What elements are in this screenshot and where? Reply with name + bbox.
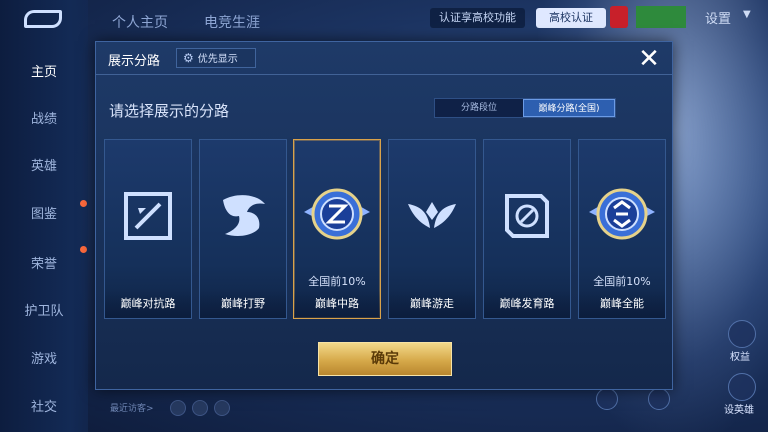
settings-button[interactable]: 设置 (705, 8, 731, 27)
priority-display-button[interactable]: ⚙ 优先显示 (176, 48, 256, 68)
sidebar-item-honor[interactable]: 荣誉 (0, 250, 88, 280)
lane-rank: 全国前10% (593, 275, 651, 288)
farm-lane-icon (505, 194, 549, 238)
visitor-avatar[interactable] (170, 400, 186, 416)
visitor-avatar[interactable] (214, 400, 230, 416)
sidebar-item-record[interactable]: 战绩 (0, 105, 88, 135)
rights-label: 权益 (730, 352, 750, 363)
dialog-subtitle: 请选择展示的分路 (109, 102, 230, 120)
segment-lane-rank[interactable]: 分路段位 (435, 99, 523, 117)
segment-peak-lane-national[interactable]: 巅峰分路(全国) (523, 99, 615, 117)
lane-card-all-round[interactable]: 全国前10% 巅峰全能 (578, 139, 666, 319)
dialog-title: 展示分路 (108, 54, 161, 69)
sidebar: 主页 战绩 英雄 图鉴 荣誉 护卫队 游戏 社交 (0, 0, 88, 432)
priority-display-label: 优先显示 (197, 54, 238, 65)
lane-name: 巅峰打野 (221, 297, 265, 310)
lane-name: 巅峰发育路 (499, 297, 555, 310)
lane-name: 巅峰全能 (600, 297, 644, 310)
lane-name: 巅峰对抗路 (120, 297, 176, 310)
sidebar-item-codex[interactable]: 图鉴 (0, 200, 88, 230)
sidebar-item-guard[interactable]: 护卫队 (0, 297, 88, 327)
all-round-emblem-icon (589, 188, 655, 240)
play-icon[interactable] (648, 388, 670, 410)
sidebar-item-social[interactable]: 社交 (0, 393, 88, 423)
lane-name: 巅峰中路 (315, 297, 359, 310)
visitor-avatar[interactable] (192, 400, 208, 416)
campus-auth-button[interactable]: 高校认证 (536, 8, 606, 28)
lane-display-dialog: 展示分路 ⚙ 优先显示 ✕ 请选择展示的分路 分路段位 巅峰分路(全国) 巅峰对抗… (95, 41, 673, 390)
notification-dot (80, 200, 87, 207)
campus-auth-text: 认证享高校功能 (430, 8, 525, 28)
lane-card-clash[interactable]: 巅峰对抗路 (104, 139, 192, 319)
jungle-icon (223, 195, 265, 236)
red-badge-icon (610, 6, 628, 28)
lane-rank: 全国前10% (308, 275, 366, 288)
mid-lane-emblem-icon (304, 188, 370, 240)
home-icon[interactable] (596, 388, 618, 410)
sidebar-item-heroes[interactable]: 英雄 (0, 152, 88, 182)
chevron-down-icon: ▼ (743, 9, 751, 20)
lane-card-roam[interactable]: 巅峰游走 (388, 139, 476, 319)
sidebar-item-home[interactable]: 主页 (0, 58, 88, 88)
sidebar-item-game[interactable]: 游戏 (0, 345, 88, 375)
close-icon[interactable]: ✕ (634, 44, 664, 74)
back-icon[interactable] (24, 10, 62, 28)
title-divider (96, 74, 672, 75)
tab-esports-career[interactable]: 电竞生涯 (204, 12, 260, 32)
set-hero-icon[interactable] (728, 373, 756, 401)
clash-lane-icon (124, 192, 172, 240)
green-badge-icon (636, 6, 686, 28)
lane-type-segment: 分路段位 巅峰分路(全国) (434, 98, 616, 118)
set-hero-label: 设英雄 (724, 405, 754, 416)
notification-dot (80, 246, 87, 253)
lane-card-jungle[interactable]: 巅峰打野 (199, 139, 287, 319)
lane-card-farm[interactable]: 巅峰发育路 (483, 139, 571, 319)
roam-icon (408, 202, 456, 228)
confirm-button[interactable]: 确定 (318, 342, 452, 376)
recent-visitors-link[interactable]: 最近访客> (110, 401, 154, 414)
gear-icon: ⚙ (183, 51, 194, 65)
lane-name: 巅峰游走 (410, 297, 454, 310)
tab-personal-home[interactable]: 个人主页 (112, 12, 168, 32)
lane-card-mid[interactable]: 全国前10% 巅峰中路 (293, 139, 381, 319)
rights-icon[interactable] (728, 320, 756, 348)
